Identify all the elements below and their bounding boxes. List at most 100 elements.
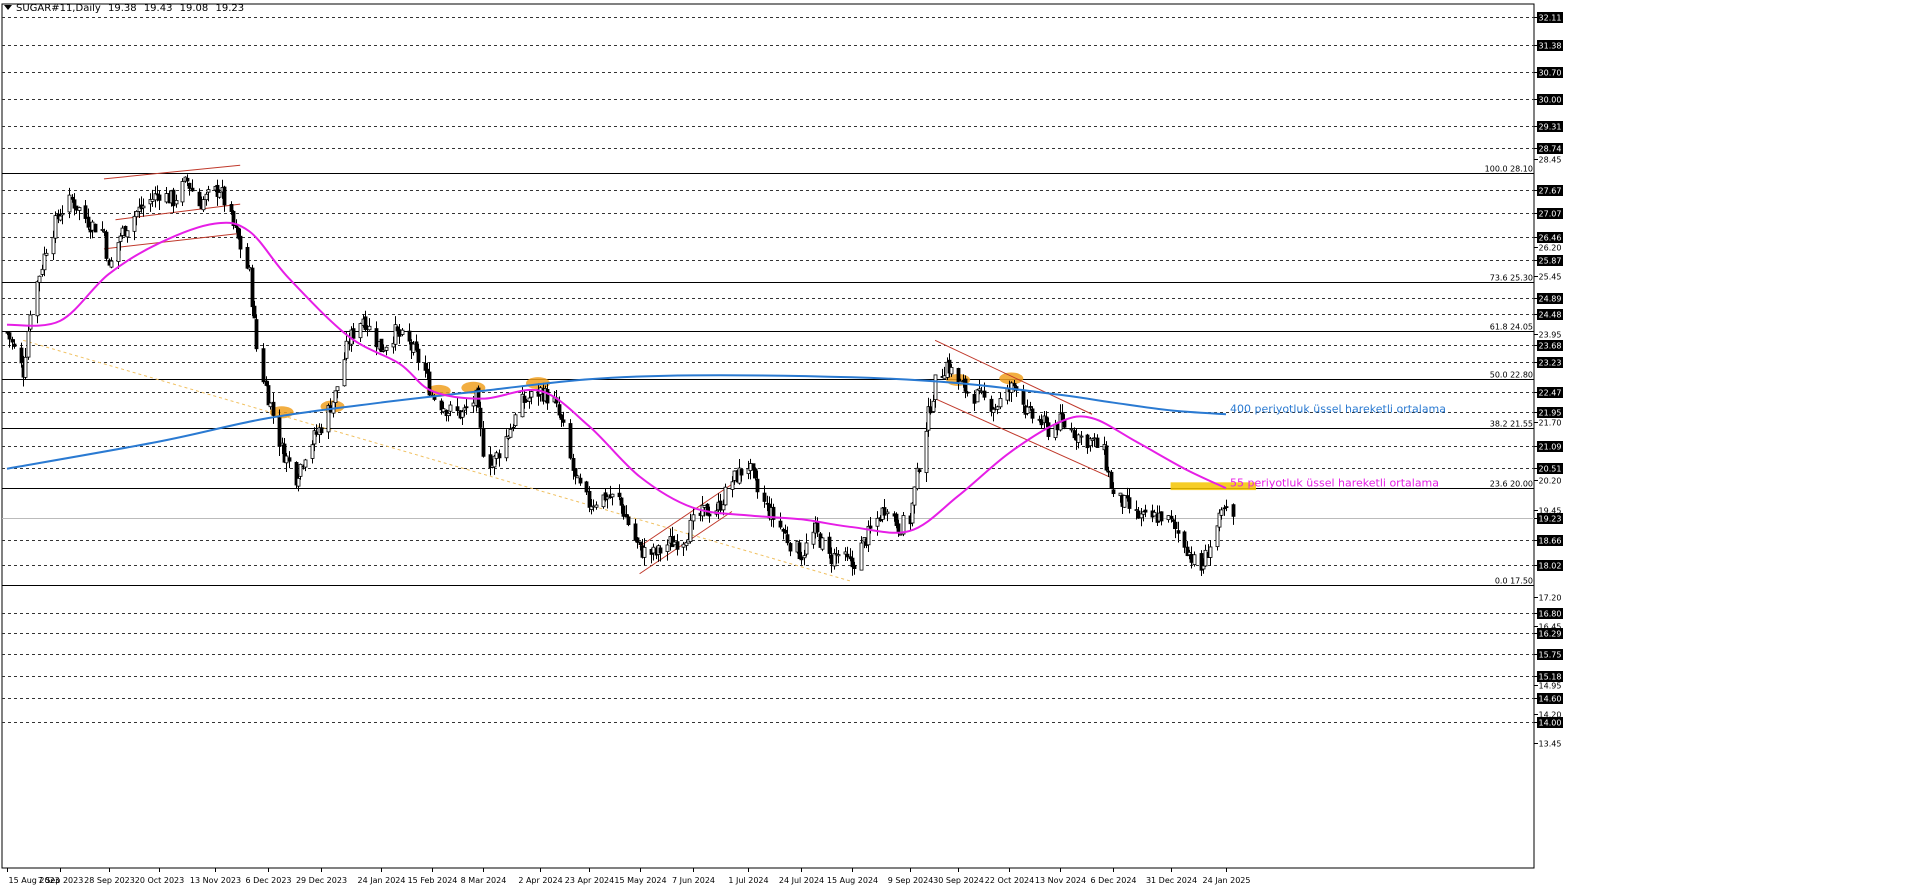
candle-body-232 — [753, 468, 758, 479]
candle-body-287 — [931, 400, 936, 412]
y-tick-label-37: 14.00 — [1539, 719, 1562, 728]
candle-body-73 — [238, 235, 243, 250]
candle-body-173 — [561, 419, 566, 423]
horizontal-levels — [1, 3, 1535, 869]
candle-body-314 — [1021, 389, 1026, 405]
candle-body-122 — [397, 329, 402, 337]
candle-body-13 — [44, 252, 49, 256]
candle-body-298 — [965, 391, 970, 394]
candle-body-154 — [504, 436, 509, 459]
candle-body-20 — [70, 196, 75, 200]
candle-body-162 — [527, 397, 532, 402]
y-tick-label-28: 17.20 — [1539, 594, 1562, 603]
candle-body-180 — [587, 490, 592, 508]
candle-body-251 — [815, 521, 820, 533]
candle-body-22 — [74, 205, 79, 211]
price-chart[interactable]: 100.0 28.10 73.6 25.30 61.8 24.05 50.0 22.8… — [0, 0, 1916, 888]
x-tick-label-3: 20 Oct 2023 — [135, 876, 184, 885]
candle-body-77 — [252, 305, 257, 319]
candle-body-168 — [545, 388, 550, 404]
candle-body-96 — [314, 431, 319, 435]
candle-body-157 — [511, 426, 516, 429]
candle-body-118 — [384, 346, 389, 351]
y-tick-label-23: 20.20 — [1539, 477, 1562, 486]
candle-body-8 — [28, 314, 33, 330]
y-tick-label-34: 14.95 — [1539, 682, 1562, 691]
candle-body-293 — [949, 367, 954, 375]
y-tick-label-8: 27.07 — [1539, 210, 1562, 219]
candle-body-243 — [788, 543, 793, 552]
y-tick-label-12: 25.45 — [1539, 273, 1562, 282]
candle-body-200 — [651, 546, 656, 554]
y-tick-label-25: 19.23 — [1539, 515, 1562, 524]
candle-body-124 — [407, 330, 412, 342]
fib-label-5: 23.6 20.00 — [1490, 480, 1533, 489]
candle-body-19 — [67, 194, 72, 213]
candle-body-23 — [77, 207, 82, 211]
candle-body-163 — [529, 391, 534, 398]
y-tick-label-7: 27.67 — [1539, 187, 1562, 196]
candle-body-248 — [804, 542, 809, 555]
candle-body-98 — [319, 427, 324, 434]
candle-body-349 — [1134, 509, 1139, 512]
y-tick-label-9: 26.46 — [1539, 234, 1562, 243]
candle-body-204 — [665, 544, 670, 552]
y-tick-label-26: 18.66 — [1539, 537, 1562, 546]
candle-body-188 — [610, 493, 615, 498]
candle-body-373 — [1208, 546, 1213, 558]
fib-label-3: 50.0 22.80 — [1490, 371, 1533, 380]
price-axis: 32.11 31.38 30.70 30.00 29.31 28.74 28.45 27.67… — [1534, 12, 1563, 749]
candle-body-116 — [379, 338, 384, 353]
candle-body-88 — [287, 457, 292, 462]
x-tick-label-19: 22 Oct 2024 — [985, 876, 1034, 885]
candle-body-48 — [157, 194, 162, 201]
candle-body-172 — [559, 414, 564, 420]
y-tick-label-33: 15.18 — [1539, 673, 1562, 682]
candle-body-303 — [982, 390, 987, 398]
y-tick-label-10: 26.20 — [1539, 244, 1562, 253]
candle-body-69 — [229, 204, 234, 213]
candle-body-94 — [310, 444, 315, 459]
trend-line-0 — [103, 164, 241, 180]
candle-body-59 — [197, 191, 202, 207]
x-tick-label-21: 6 Dec 2024 — [1090, 876, 1136, 885]
candle-body-56 — [185, 177, 190, 182]
candle-body-230 — [748, 463, 753, 472]
candle-body-338 — [1095, 437, 1100, 448]
candle-body-355 — [1152, 511, 1157, 517]
x-tick-label-2: 28 Sep 2023 — [84, 876, 135, 885]
ma-annotation-1: 55 periyotluk üssel hareketli ortalama — [1230, 476, 1439, 489]
candle-body-340 — [1104, 445, 1109, 471]
candle-body-269 — [875, 517, 880, 527]
trend-line-7 — [23, 339, 853, 583]
candle-body-207 — [672, 541, 677, 546]
y-tick-label-20: 21.70 — [1539, 419, 1562, 428]
candle-body-336 — [1090, 438, 1095, 441]
candle-body-297 — [963, 378, 968, 392]
fib-label-0: 100.0 28.10 — [1485, 165, 1533, 174]
candle-body-93 — [303, 459, 308, 468]
candle-body-176 — [573, 468, 578, 477]
y-tick-label-6: 28.45 — [1539, 156, 1562, 165]
candle-body-68 — [222, 186, 227, 206]
candle-body-302 — [979, 390, 984, 393]
candle-body-33 — [109, 260, 114, 268]
candle-body-217 — [705, 503, 710, 516]
y-tick-label-4: 29.31 — [1539, 123, 1562, 132]
candle-body-171 — [557, 404, 562, 416]
candle-body-301 — [977, 388, 982, 391]
y-tick-label-2: 30.70 — [1539, 69, 1562, 78]
candle-body-374 — [1215, 525, 1220, 548]
candle-body-206 — [670, 536, 675, 548]
candle-body-246 — [799, 556, 804, 561]
x-tick-label-15: 24 Jul 2024 — [779, 876, 824, 885]
x-tick-label-11: 23 Apr 2024 — [565, 876, 614, 885]
candle-body-63 — [206, 189, 211, 193]
candle-body-233 — [755, 478, 760, 493]
candle-body-255 — [829, 554, 834, 565]
candle-body-334 — [1085, 434, 1090, 449]
candle-body-58 — [190, 187, 195, 192]
candle-body-75 — [247, 266, 252, 270]
candle-body-10 — [37, 275, 42, 283]
candle-body-342 — [1109, 471, 1114, 489]
